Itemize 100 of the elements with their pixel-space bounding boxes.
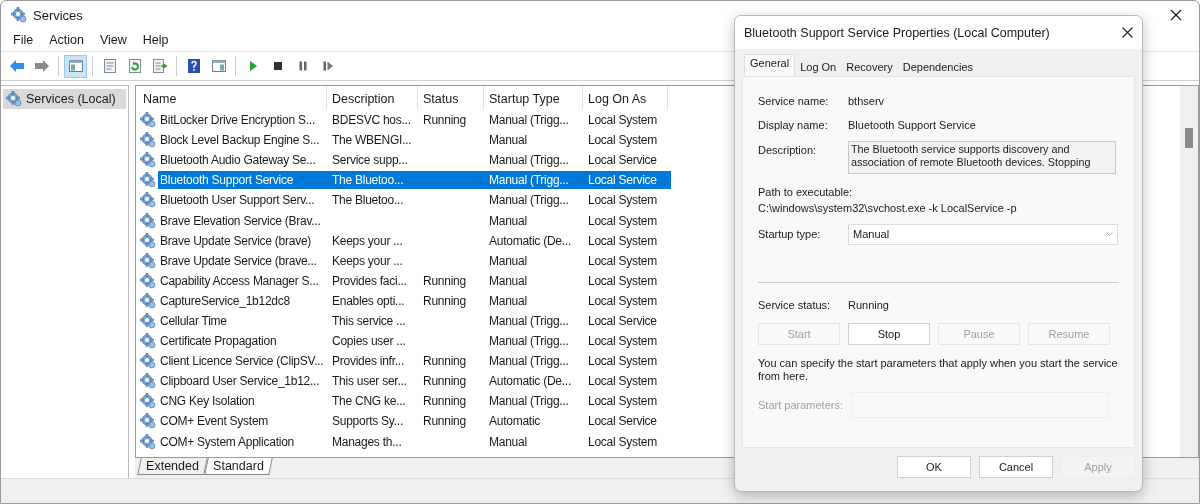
table-row[interactable]: Certificate Propagation Copies user ... Manual (Trigg... Local System [158, 332, 671, 351]
tab[interactable]: Dependencies [897, 58, 979, 76]
startup-type-dropdown[interactable]: Manual [848, 223, 1118, 245]
column-header[interactable]: Log On As [583, 86, 668, 110]
table-cell: This service ... [332, 314, 406, 328]
table-cell: Service supp... [332, 153, 408, 168]
table-row[interactable]: Capability Access Manager S... Provides faci... Running Manual Local System [158, 271, 671, 290]
table-row[interactable]: CaptureService_1b12dc8 Enables opti... Running Manual Local System [158, 291, 671, 310]
table-row[interactable]: CNG Key Isolation The CNG ke... Running Manual (Trigg... Local System [158, 392, 671, 411]
table-cell: Local System [588, 374, 658, 389]
tree-item[interactable]: Services (Local) [3, 89, 126, 109]
table-cell: Keeps your ... [332, 253, 403, 268]
column-header[interactable]: Startup Type [484, 86, 583, 110]
table-cell: Cellular Time [160, 314, 227, 328]
table-cell: Running [423, 414, 466, 429]
gear-icon [140, 333, 156, 350]
menu-item[interactable]: File [5, 33, 42, 47]
table-cell: Manual (Trigg... [489, 394, 569, 409]
tab[interactable]: Log On [795, 58, 842, 76]
table-row[interactable]: Client Licence Service (ClipSV... Provides infr... Running Manual (Trigg... Local System [158, 352, 671, 371]
table-cell: Local System [588, 394, 658, 409]
field-label: Path to executable: [758, 186, 854, 198]
scrollbar[interactable] [1180, 86, 1198, 457]
view-tab[interactable]: Extended [137, 458, 208, 475]
gear-icon [140, 393, 156, 410]
table-cell: Copies user ... [332, 334, 406, 349]
table-cell: Local System [588, 113, 658, 128]
table-cell: Enables opti... [332, 293, 405, 308]
table-row[interactable]: COM+ Event System Supports Sy... Running Automatic Local Service [158, 412, 671, 431]
display-name-value: Bluetooth Support Service [848, 119, 976, 131]
table-row[interactable]: Brave Update Service (brave... Keeps your ... Manual Local System [158, 251, 671, 270]
properties-sheet-icon [101, 58, 118, 74]
table-row[interactable]: Bluetooth Audio Gateway Se... Service supp... Manual (Trigg... Local Service [158, 151, 671, 170]
service-status-value: Running [848, 299, 889, 311]
table-cell: The Bluetoo... [332, 173, 404, 188]
table-row[interactable]: Clipboard User Service_1b12... This user ser... Running Automatic (De... Local System [158, 372, 671, 391]
table-cell: BitLocker Drive Encryption S... [160, 113, 315, 128]
table-cell: Local Service [588, 314, 657, 328]
menu-item[interactable]: Action [41, 33, 92, 47]
table-row[interactable]: Brave Elevation Service (Brav... Manual Local System [158, 211, 671, 230]
table-cell: Automatic [489, 414, 541, 429]
gear-icon [140, 433, 156, 450]
table-row[interactable]: COM+ System Application Manages th... Manual Local System [158, 432, 671, 451]
table-cell: Running [423, 273, 466, 288]
gear-icon [140, 413, 156, 430]
close-icon [1170, 9, 1182, 21]
chevron-down-icon [1106, 232, 1113, 236]
table-cell: Manages th... [332, 434, 402, 449]
tab[interactable]: Recovery [841, 58, 898, 76]
table-cell: The Bluetoo... [332, 193, 404, 208]
table-cell: Supports Sy... [332, 414, 403, 429]
gear-icon [140, 232, 156, 249]
service-button[interactable]: Stop [848, 323, 930, 345]
menu-item[interactable]: View [91, 33, 135, 47]
export-list-icon [151, 58, 168, 74]
table-cell: Running [423, 374, 466, 389]
gear-icon [140, 172, 156, 189]
table-cell: Manual [489, 273, 527, 288]
table-cell: Automatic (De... [489, 233, 572, 248]
table-cell: Manual [489, 293, 527, 308]
description-box: The Bluetooth service supports discovery and association of remote Bluetooth devices. Stopping [848, 141, 1116, 174]
field-label: Service name: [758, 95, 830, 107]
table-cell: This user ser... [332, 374, 407, 389]
view-tab[interactable]: Standard [204, 458, 273, 475]
menu-item[interactable]: Help [134, 33, 177, 47]
gear-icon [6, 91, 22, 107]
column-header[interactable]: Description [327, 86, 418, 110]
table-cell: Block Level Backup Engine S... [160, 133, 320, 148]
table-row[interactable]: Bluetooth Support Service The Bluetoo... Manual (Trigg... Local Service [158, 171, 671, 190]
table-cell: Local Service [588, 414, 657, 429]
column-header[interactable]: Name [138, 86, 327, 110]
service-name-value: bthserv [848, 95, 885, 107]
table-cell: The CNG ke... [332, 394, 406, 409]
table-row[interactable]: Brave Update Service (brave) Keeps your ... Automatic (De... Local System [158, 231, 671, 250]
table-cell: Bluetooth User Support Serv... [160, 193, 315, 208]
table-cell: Manual [489, 213, 527, 228]
table-cell: Clipboard User Service_1b12... [160, 374, 320, 389]
close-icon [1121, 27, 1133, 38]
gear-icon [140, 112, 156, 129]
column-header[interactable]: Status [418, 86, 484, 110]
table-cell: Local System [588, 434, 658, 449]
table-cell: Manual [489, 253, 527, 268]
tab[interactable]: General [744, 54, 796, 76]
forward-arrow-icon [33, 58, 50, 74]
table-cell: Manual (Trigg... [489, 173, 569, 188]
dialog-title: Bluetooth Support Service Properties (Local Computer) [744, 25, 1051, 40]
dialog-button[interactable]: OK [897, 456, 971, 478]
table-row[interactable]: Bluetooth User Support Serv... The Bluetoo... Manual (Trigg... Local System [158, 191, 671, 210]
gear-icon [140, 192, 156, 209]
dialog-button[interactable]: Cancel [979, 456, 1053, 478]
gear-icon [140, 313, 156, 329]
table-row[interactable]: BitLocker Drive Encryption S... BDESVC hos... Running Manual (Trigg... Local System [158, 111, 671, 130]
table-cell: Manual (Trigg... [489, 354, 569, 369]
window-title: Services [33, 7, 83, 23]
field-label: Display name: [758, 119, 829, 131]
table-cell: Manual (Trigg... [489, 334, 569, 349]
table-row[interactable]: Block Level Backup Engine S... The WBENGI... Manual Local System [158, 131, 671, 150]
gear-icon [140, 152, 156, 169]
table-row[interactable]: Cellular Time This service ... Manual (Trigg... Local Service [158, 312, 671, 330]
gear-icon [140, 132, 156, 149]
